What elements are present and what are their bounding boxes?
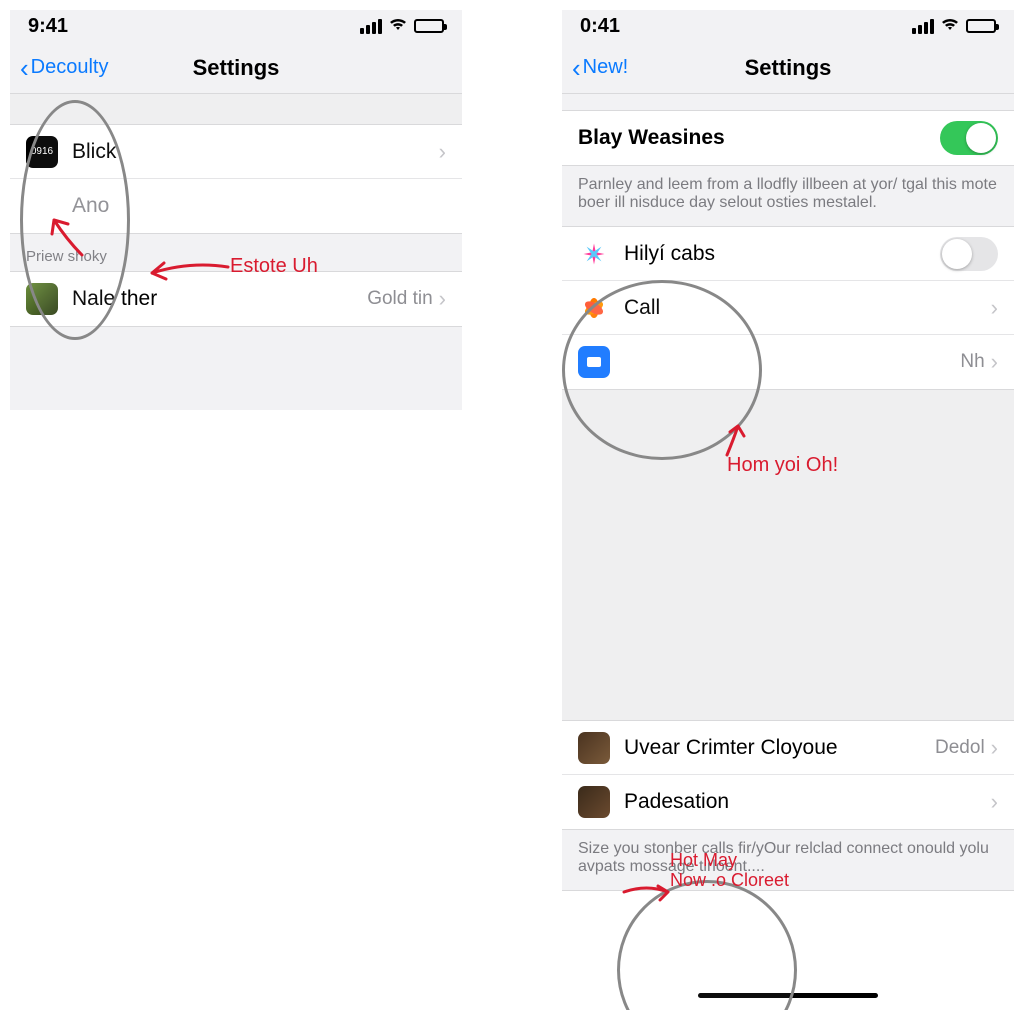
row-value: Dedol: [935, 737, 985, 759]
section-apps: Hilyí cabs Call › Nh ›: [562, 226, 1014, 390]
section-contacts: Uvear Crimter Cloyoue Dedol › Padesation…: [562, 720, 1014, 830]
avatar-icon: [578, 732, 610, 764]
toggle-switch[interactable]: [940, 237, 998, 271]
row-padesation[interactable]: Padesation ›: [562, 775, 1014, 829]
back-button[interactable]: ‹ Decoulty: [20, 55, 108, 81]
chevron-left-icon: ‹: [572, 55, 581, 81]
chevron-right-icon: ›: [991, 349, 998, 375]
page-title: Settings: [562, 55, 1014, 81]
phone-left: 9:41 ‹ Decoulty Settings 0916 Blick › An…: [10, 10, 462, 410]
status-bar: 9:41: [10, 10, 462, 42]
status-time: 9:41: [28, 15, 68, 38]
card-icon: [578, 346, 610, 378]
battery-icon: [966, 19, 996, 33]
nav-header: ‹ New! Settings: [562, 42, 1014, 94]
battery-icon: [414, 19, 444, 33]
chevron-right-icon: ›: [439, 286, 446, 312]
back-label: New!: [583, 56, 629, 79]
back-button[interactable]: ‹ New!: [572, 55, 628, 81]
chevron-right-icon: ›: [991, 789, 998, 815]
row-value: Gold tin: [367, 288, 432, 310]
row-ano[interactable]: Ano: [10, 179, 462, 233]
section-nale: Nale ther Gold tin ›: [10, 271, 462, 327]
row-uvear[interactable]: Uvear Crimter Cloyoue Dedol ›: [562, 721, 1014, 775]
status-icons: [360, 16, 444, 37]
section-header-preview: Priew shoky: [10, 234, 462, 271]
phone-right: 0:41 ‹ New! Settings Blay Weasines Parnl…: [562, 10, 1014, 1010]
back-label: Decoulty: [31, 56, 109, 79]
home-indicator[interactable]: [698, 993, 878, 998]
chevron-left-icon: ‹: [20, 55, 29, 81]
row-value: Nh: [960, 351, 984, 373]
row-label: Ano: [72, 194, 446, 218]
chevron-right-icon: ›: [991, 735, 998, 761]
section-footer: Size you stonber calls fir/yOur relclad …: [562, 830, 1014, 890]
row-label: Padesation: [624, 790, 991, 814]
row-nalether[interactable]: Nale ther Gold tin ›: [10, 272, 462, 326]
star-burst-icon: [578, 238, 610, 270]
flower-icon: [578, 292, 610, 324]
row-blank[interactable]: Nh ›: [562, 335, 1014, 389]
row-label: Nale ther: [72, 287, 367, 311]
status-time: 0:41: [580, 15, 620, 38]
row-label: Hilyí cabs: [624, 242, 940, 266]
row-label: Uvear Crimter Cloyoue: [624, 736, 935, 760]
row-blay-weasines[interactable]: Blay Weasines: [562, 111, 1014, 165]
row-label: Blay Weasines: [578, 126, 940, 150]
avatar-icon: [578, 786, 610, 818]
wifi-icon: [940, 16, 960, 37]
row-blick[interactable]: 0916 Blick ›: [10, 125, 462, 179]
nav-header: ‹ Decoulty Settings: [10, 42, 462, 94]
row-label: Blick: [72, 140, 439, 164]
spacer: [562, 390, 1014, 720]
section-footer: Parnley and leem from a llodfly illbeen …: [562, 166, 1014, 226]
status-bar: 0:41: [562, 10, 1014, 42]
row-call[interactable]: Call ›: [562, 281, 1014, 335]
cellular-icon: [912, 19, 934, 34]
wifi-icon: [388, 16, 408, 37]
row-hilyi-cabs[interactable]: Hilyí cabs: [562, 227, 1014, 281]
chevron-right-icon: ›: [991, 295, 998, 321]
toggle-switch[interactable]: [940, 121, 998, 155]
status-icons: [912, 16, 996, 37]
photo-icon: [26, 283, 58, 315]
row-label: Call: [624, 296, 991, 320]
cellular-icon: [360, 19, 382, 34]
section-blay: Blay Weasines: [562, 110, 1014, 166]
section-blick: 0916 Blick › Ano: [10, 124, 462, 234]
chevron-right-icon: ›: [439, 139, 446, 165]
blick-icon: 0916: [26, 136, 58, 168]
